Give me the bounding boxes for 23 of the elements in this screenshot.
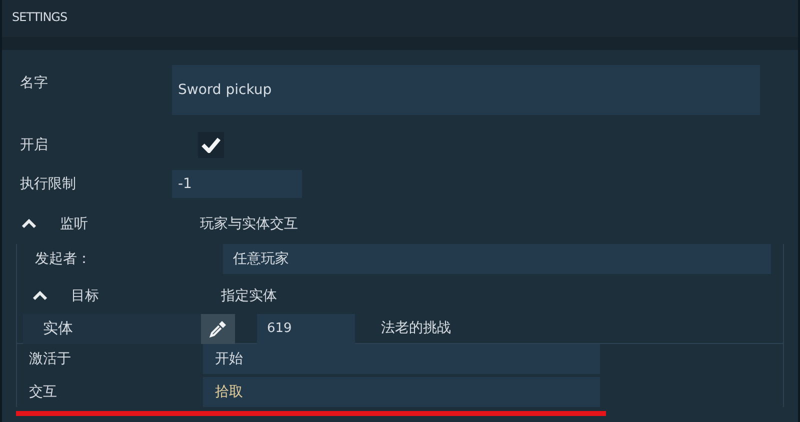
section-label: 目标 <box>70 286 100 306</box>
field-label[interactable]: 激活于 <box>17 348 203 370</box>
name-field[interactable]: Sword pickup <box>172 65 760 115</box>
entity-name: 法老的挑战 <box>381 319 451 338</box>
interaction-field[interactable]: 拾取 <box>203 377 600 407</box>
field-label[interactable]: 交互 <box>17 382 203 402</box>
eyedropper-button[interactable] <box>201 314 235 344</box>
entity-id-field[interactable]: 619 <box>257 314 355 344</box>
initiator-field[interactable]: 任意玩家 <box>223 244 771 274</box>
field-label[interactable]: 名字 <box>2 65 172 94</box>
checkbox[interactable] <box>198 132 224 158</box>
activate-field[interactable]: 开始 <box>203 344 600 374</box>
section-value: 指定实体 <box>221 286 277 306</box>
field-label[interactable]: 开启 <box>2 134 198 156</box>
entity-label: 实体 <box>23 314 201 344</box>
field-label[interactable]: 发起者： <box>17 248 223 270</box>
field-label[interactable]: 执行限制 <box>2 174 172 194</box>
chevron-up-icon[interactable] <box>22 219 36 229</box>
chevron-up-icon[interactable] <box>33 291 47 301</box>
limit-field[interactable]: -1 <box>172 170 302 198</box>
section-value: 玩家与实体交互 <box>200 214 298 234</box>
section-label: 监听 <box>59 214 89 234</box>
panel-title: SETTINGS <box>2 0 798 37</box>
